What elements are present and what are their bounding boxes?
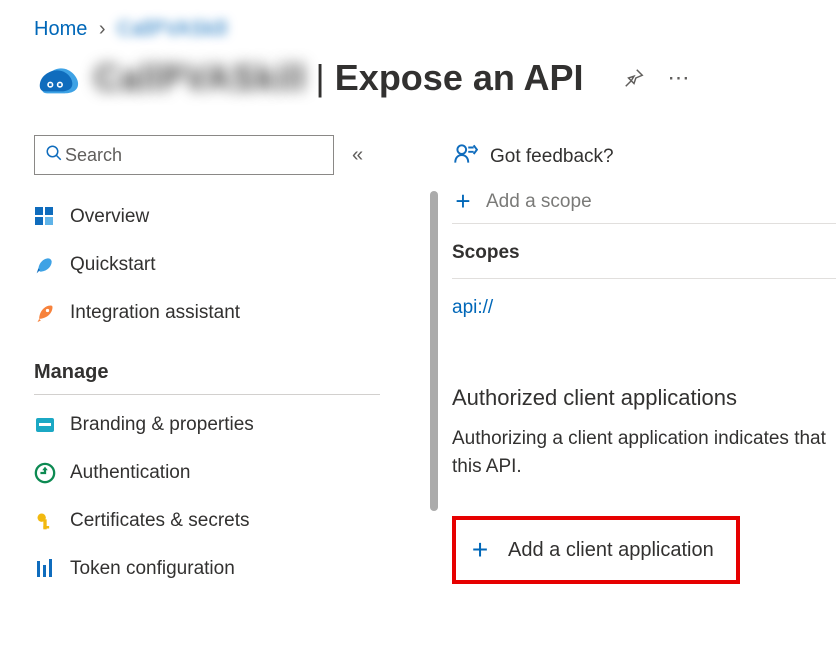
plus-icon: + xyxy=(452,186,474,217)
sidebar-section-manage: Manage xyxy=(34,337,380,395)
search-input-wrapper[interactable] xyxy=(34,135,334,175)
sidebar-item-label: Certificates & secrets xyxy=(70,510,250,532)
plus-icon: + xyxy=(468,534,492,566)
authentication-icon xyxy=(34,462,56,484)
quickstart-icon xyxy=(34,254,56,276)
sidebar-item-certificates[interactable]: Certificates & secrets xyxy=(34,497,384,545)
overview-icon xyxy=(34,206,56,228)
page-header: CallPVASkill | Expose an API ⋯ xyxy=(34,55,836,101)
pin-icon[interactable] xyxy=(618,62,650,94)
add-scope-label: Add a scope xyxy=(486,191,592,213)
feedback-icon xyxy=(452,141,478,173)
header-separator: | xyxy=(315,57,324,99)
sidebar: « Overview xyxy=(34,135,384,593)
header-app-name: CallPVASkill xyxy=(94,57,305,99)
feedback-label: Got feedback? xyxy=(490,146,614,168)
sidebar-item-integration[interactable]: Integration assistant xyxy=(34,289,384,337)
search-input[interactable] xyxy=(63,144,323,167)
scopes-heading: Scopes xyxy=(452,224,836,279)
sidebar-item-branding[interactable]: Branding & properties xyxy=(34,401,384,449)
sidebar-item-overview[interactable]: Overview xyxy=(34,193,384,241)
app-registration-icon xyxy=(34,55,80,101)
sidebar-item-label: Authentication xyxy=(70,462,190,484)
sidebar-item-label: Overview xyxy=(70,206,149,228)
scope-uri-link[interactable]: api:// xyxy=(452,279,836,337)
main-content: Got feedback? + Add a scope Scopes api:/… xyxy=(384,135,836,593)
add-scope-button-dim[interactable]: + Add a scope xyxy=(452,185,836,224)
sidebar-item-authentication[interactable]: Authentication xyxy=(34,449,384,497)
search-icon xyxy=(45,144,63,167)
sidebar-item-label: Token configuration xyxy=(70,558,235,580)
more-icon[interactable]: ⋯ xyxy=(664,62,696,94)
breadcrumb-app-name[interactable]: CallPVASkill xyxy=(117,18,227,40)
sidebar-item-label: Quickstart xyxy=(70,254,156,276)
authorized-apps-description: Authorizing a client application indicat… xyxy=(452,425,836,480)
sidebar-item-quickstart[interactable]: Quickstart xyxy=(34,241,384,289)
collapse-sidebar-icon[interactable]: « xyxy=(352,144,363,167)
token-config-icon xyxy=(34,558,56,580)
chevron-right-icon: › xyxy=(99,18,106,40)
add-client-application-button[interactable]: + Add a client application xyxy=(452,516,740,584)
key-icon xyxy=(34,510,56,532)
authorized-apps-heading: Authorized client applications xyxy=(452,385,836,411)
page-title: Expose an API xyxy=(335,57,584,99)
sidebar-item-token[interactable]: Token configuration xyxy=(34,545,384,593)
rocket-icon xyxy=(34,302,56,324)
branding-icon xyxy=(34,414,56,436)
sidebar-item-label: Integration assistant xyxy=(70,302,240,324)
feedback-link[interactable]: Got feedback? xyxy=(452,135,836,189)
breadcrumb: Home › CallPVASkill xyxy=(34,18,836,41)
sidebar-item-label: Branding & properties xyxy=(70,414,254,436)
add-client-label: Add a client application xyxy=(508,539,714,562)
breadcrumb-home[interactable]: Home xyxy=(34,18,87,40)
